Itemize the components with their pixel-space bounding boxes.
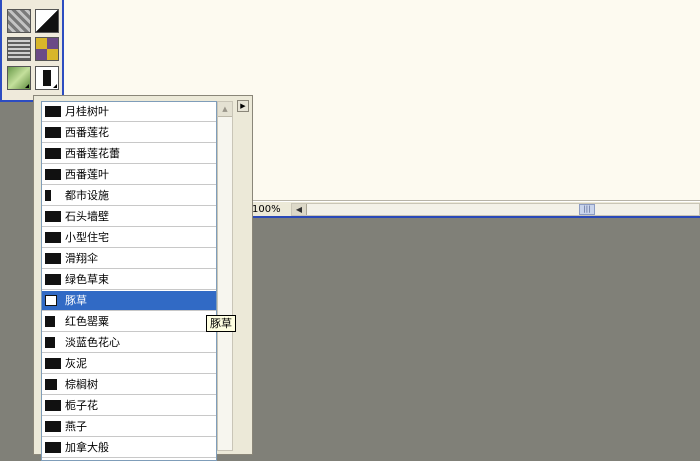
corner-triangle-icon xyxy=(25,84,29,88)
list-item-label: 加拿大般 xyxy=(65,441,109,454)
vertical-scrollbar[interactable]: ▲ xyxy=(217,101,233,451)
brush-preview-icon xyxy=(45,316,55,327)
list-item[interactable]: 西番莲花蕾 xyxy=(42,144,216,164)
brush-preview-icon xyxy=(45,295,57,306)
list-item[interactable]: 豚草 xyxy=(42,291,216,311)
list-item-label: 棕榈树 xyxy=(65,378,98,391)
brush-preview-icon xyxy=(45,232,61,243)
list-item[interactable]: 红色罂粟 xyxy=(42,312,216,332)
horizontal-scrollbar[interactable]: ◀ ||| xyxy=(291,203,700,216)
striped-texture-icon[interactable] xyxy=(7,37,31,61)
list-item-label: 燕子 xyxy=(65,420,87,433)
list-item-label: 西番莲花 xyxy=(65,126,109,139)
brush-preview-icon xyxy=(45,106,61,117)
list-item-label: 西番莲花蕾 xyxy=(65,147,120,160)
window-border xyxy=(250,216,700,218)
brush-preview-icon xyxy=(45,379,57,390)
list-item-label: 绿色草束 xyxy=(65,273,109,286)
list-item[interactable]: 栀子花 xyxy=(42,396,216,416)
brush-list[interactable]: 月桂树叶西番莲花西番莲花蕾西番莲叶都市设施石头墙壁小型住宅滑翔伞绿色草束豚草红色… xyxy=(41,101,217,461)
list-item[interactable]: 绿色草束 xyxy=(42,270,216,290)
green-leaf-icon[interactable] xyxy=(7,66,31,90)
gray-texture-icon[interactable] xyxy=(7,9,31,33)
black-stripe-icon[interactable] xyxy=(35,66,59,90)
list-item-label: 红色罂粟 xyxy=(65,315,109,328)
brush-picker-panel: 月桂树叶 西番莲花 西番莲花蕾 西番莲叶 都市设施 石头墙壁 小型住宅 滑翔伞 绿色草束 豚草 红色… xyxy=(33,95,253,461)
list-item[interactable]: 西番莲叶 xyxy=(42,165,216,185)
brush-preview-icon xyxy=(45,337,55,348)
brush-preview-icon xyxy=(45,148,61,159)
list-item-label: 淡蓝色花心 xyxy=(65,336,120,349)
panel-menu-arrow-icon[interactable]: ▶ xyxy=(237,100,249,112)
list-item[interactable]: 西番莲花 xyxy=(42,123,216,143)
list-item-label: 月桂树叶 xyxy=(65,105,109,118)
list-item-label: 豚草 xyxy=(65,294,87,307)
black-white-split-icon[interactable] xyxy=(35,9,59,33)
brush-preview-icon xyxy=(45,127,61,138)
brush-preview-icon xyxy=(45,169,61,180)
list-item-label: 滑翔伞 xyxy=(65,252,98,265)
brush-preview-icon xyxy=(45,253,61,264)
list-item[interactable]: 石头墙壁 xyxy=(42,207,216,227)
list-item-label: 灰泥 xyxy=(65,357,87,370)
list-item-label: 西番莲叶 xyxy=(65,168,109,181)
list-item-label: 小型住宅 xyxy=(65,231,109,244)
brush-preview-icon xyxy=(45,400,61,411)
list-item[interactable]: 滑翔伞 xyxy=(42,249,216,269)
zoom-level[interactable]: 100% xyxy=(252,203,281,216)
corner-triangle-icon xyxy=(53,84,57,88)
scroll-left-arrow-icon[interactable]: ◀ xyxy=(292,204,307,215)
brush-preview-icon xyxy=(45,211,61,222)
brush-preview-icon xyxy=(45,274,61,285)
scroll-thumb[interactable]: ||| xyxy=(579,204,595,215)
brush-preview-icon xyxy=(45,358,61,369)
list-item[interactable]: 棕榈树 xyxy=(42,375,216,395)
purple-gold-pattern-icon[interactable] xyxy=(35,37,59,61)
list-item[interactable]: 月桂树叶 xyxy=(42,102,216,122)
status-bar: 100% ◀ ||| xyxy=(250,201,700,217)
list-item-label: 都市设施 xyxy=(65,189,109,202)
list-item[interactable]: 淡蓝色花心 xyxy=(42,333,216,353)
list-item[interactable]: 都市设施 xyxy=(42,186,216,206)
brush-preview-icon xyxy=(45,190,51,201)
tooltip: 豚草 xyxy=(206,315,236,332)
scroll-up-arrow-icon[interactable]: ▲ xyxy=(218,102,232,117)
list-item-label: 栀子花 xyxy=(65,399,98,412)
tool-palette xyxy=(0,0,64,102)
list-item[interactable]: 小型住宅 xyxy=(42,228,216,248)
list-item[interactable]: 加拿大般 xyxy=(42,438,216,458)
list-item[interactable]: 灰泥 xyxy=(42,354,216,374)
list-item[interactable]: 燕子 xyxy=(42,417,216,437)
brush-preview-icon xyxy=(45,421,61,432)
list-item-label: 石头墙壁 xyxy=(65,210,109,223)
brush-preview-icon xyxy=(45,442,61,453)
